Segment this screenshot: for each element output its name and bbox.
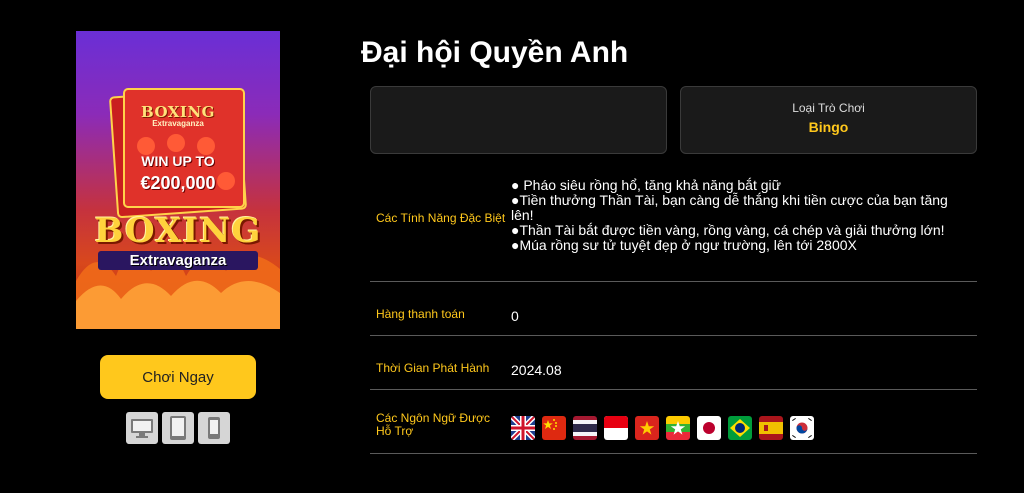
china-flag-icon <box>542 416 566 440</box>
game-type-label: Loại Trò Chơi <box>792 101 865 115</box>
paylines-value: 0 <box>511 308 519 324</box>
feature-item: ● Pháo siêu rồng hổ, tăng khả năng bắt g… <box>511 177 782 193</box>
device-support <box>126 412 230 444</box>
feature-item: ●Múa rồng sư tử tuyệt đẹp ở ngư trường, … <box>511 237 857 253</box>
desktop-icon <box>126 412 158 444</box>
cover-big-title: BOXING <box>94 211 262 251</box>
language-flags <box>511 416 814 440</box>
release-label: Thời Gian Phát Hành <box>376 361 490 375</box>
game-type-box: Loại Trò Chơi Bingo <box>680 86 977 154</box>
myanmar-flag-icon <box>666 416 690 440</box>
info-box-empty <box>370 86 667 154</box>
cover-big-subtitle: Extravaganza <box>98 251 258 270</box>
play-now-button[interactable]: Chơi Ngay <box>100 355 256 399</box>
features-row: Các Tính Năng Đặc Biệt ● Pháo siêu rồng … <box>370 170 977 282</box>
indonesia-flag-icon <box>604 416 628 440</box>
paylines-label: Hàng thanh toán <box>376 307 465 321</box>
vietnam-flag-icon <box>635 416 659 440</box>
feature-item: ●Thần Tài bắt được tiền vàng, rồng vàng,… <box>511 222 945 238</box>
japan-flag-icon <box>697 416 721 440</box>
paylines-row: Hàng thanh toán 0 <box>370 282 977 336</box>
release-value: 2024.08 <box>511 362 562 378</box>
release-row: Thời Gian Phát Hành 2024.08 <box>370 336 977 390</box>
cover-amount: €200,000 <box>140 173 216 193</box>
features-list: ● Pháo siêu rồng hổ, tăng khả năng bắt g… <box>511 178 951 253</box>
game-type-value: Bingo <box>808 119 849 135</box>
features-label: Các Tính Năng Đặc Biệt <box>376 211 506 225</box>
game-cover-image: BOXING Extravaganza WIN UP TO €200,000 B… <box>76 31 280 329</box>
cover-win-line: WIN UP TO <box>141 153 215 169</box>
brazil-flag-icon <box>728 416 752 440</box>
game-title: Đại hội Quyền Anh <box>361 36 629 69</box>
thailand-flag-icon <box>573 416 597 440</box>
cover-small-subtitle: Extravaganza <box>152 119 204 128</box>
feature-item: ●Tiền thưởng Thần Tài, bạn càng dễ thắng… <box>511 192 948 223</box>
mobile-icon <box>198 412 230 444</box>
languages-row: Các Ngôn Ngữ Được Hỗ Trợ <box>370 390 977 454</box>
uk-flag-icon <box>511 416 535 440</box>
korea-flag-icon <box>790 416 814 440</box>
languages-label: Các Ngôn Ngữ Được Hỗ Trợ <box>376 411 490 438</box>
spain-flag-icon <box>759 416 783 440</box>
tablet-icon <box>162 412 194 444</box>
